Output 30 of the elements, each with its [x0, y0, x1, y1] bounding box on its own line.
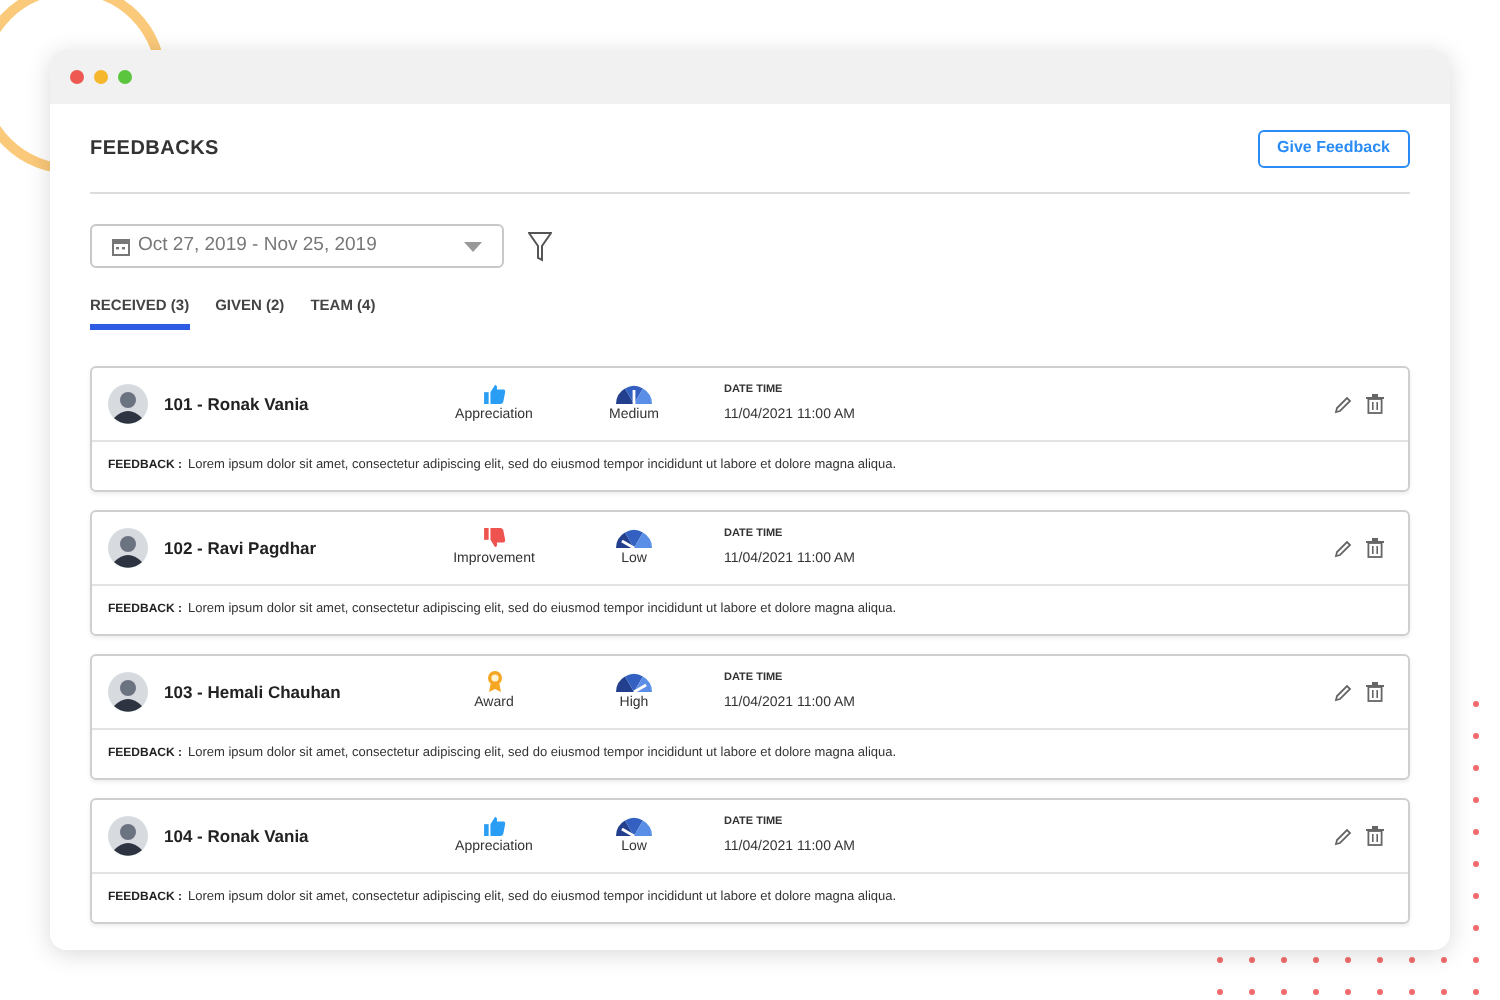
avatar-icon [108, 816, 148, 857]
gauge-icon [616, 383, 652, 403]
delete-icon[interactable] [1366, 394, 1384, 415]
avatar-icon [108, 528, 148, 569]
employee-name: 104 - Ronak Vania [164, 823, 311, 850]
gauge-icon [616, 527, 652, 547]
gauge-icon [616, 815, 652, 835]
employee-name: 103 - Hemali Chauhan [164, 679, 343, 706]
avatar-icon [108, 672, 148, 713]
edit-icon[interactable] [1334, 683, 1352, 702]
date-range-field[interactable]: Oct 27, 2019 - Nov 25, 2019 [90, 224, 504, 268]
gauge-icon [616, 671, 652, 691]
caret-icon [464, 241, 482, 251]
filter-icon[interactable] [528, 231, 552, 261]
employee-name: 102 - Ravi Pagdhar [164, 535, 319, 562]
edit-icon[interactable] [1334, 827, 1352, 846]
thumbs-down-icon [483, 527, 505, 547]
delete-icon[interactable] [1366, 826, 1384, 847]
page-title: FEEDBACKS [90, 135, 219, 163]
employee-name: 101 - Ronak Vania [164, 391, 311, 418]
thumbs-up-icon [483, 383, 505, 403]
delete-icon[interactable] [1366, 682, 1384, 703]
award-ribbon-icon [485, 670, 503, 692]
calendar-icon [112, 237, 130, 255]
avatar-icon [108, 384, 148, 425]
edit-icon[interactable] [1334, 539, 1352, 558]
thumbs-up-icon [483, 815, 505, 835]
delete-icon[interactable] [1366, 538, 1384, 559]
edit-icon[interactable] [1334, 395, 1352, 414]
date-range-value: Oct 27, 2019 - Nov 25, 2019 [138, 231, 379, 260]
